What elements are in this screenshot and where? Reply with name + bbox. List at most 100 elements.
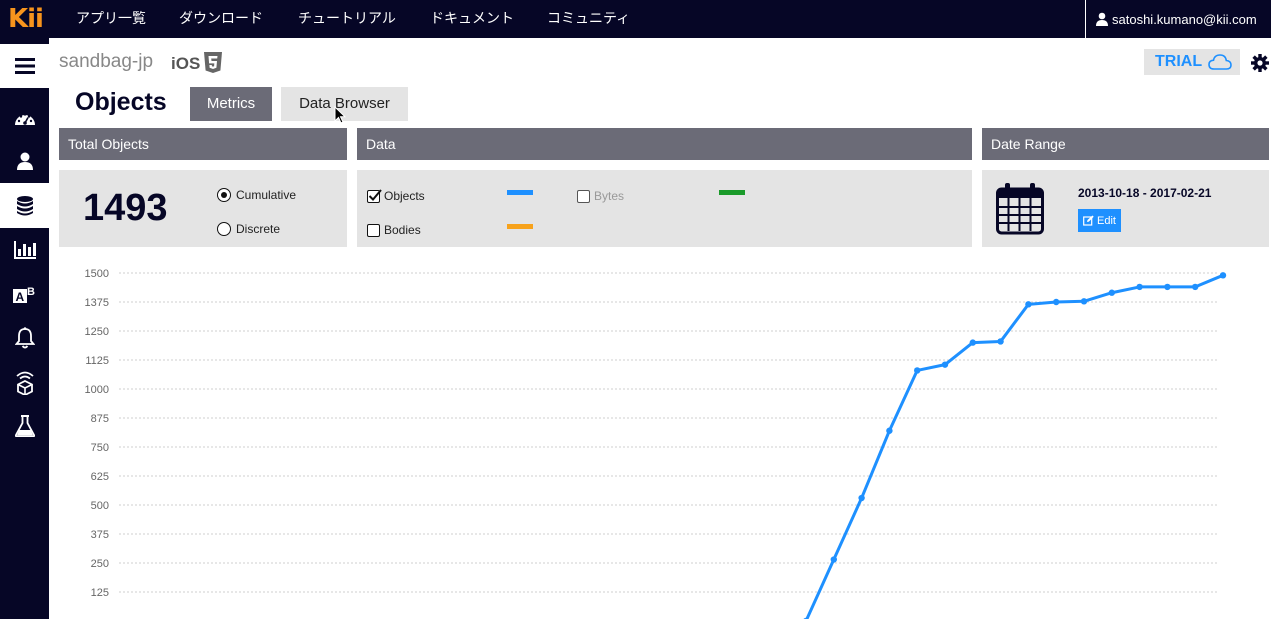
data-point[interactable] bbox=[1108, 289, 1116, 296]
bytes-color-swatch bbox=[719, 190, 745, 195]
dashboard-icon bbox=[14, 113, 35, 125]
ab-test-icon: A B bbox=[12, 286, 35, 303]
objects-line-chart: 125 250 375 500 625 750 875 1000 1125 1250 1375 150… bbox=[85, 268, 1227, 619]
y-tick-label: 1250 bbox=[85, 326, 109, 338]
date-range-value: 2013-10-18 - 2017-02-21 bbox=[1078, 186, 1212, 200]
checkbox[interactable] bbox=[577, 189, 590, 203]
checkbox-label: Bodies bbox=[384, 223, 421, 237]
checkbox[interactable] bbox=[367, 223, 380, 237]
checkbox-bodies[interactable]: Bodies bbox=[367, 223, 421, 237]
data-point[interactable] bbox=[858, 494, 865, 502]
radio-cumulative[interactable]: Cumulative bbox=[217, 188, 296, 202]
menu-icon bbox=[14, 58, 35, 74]
edit-date-range-button[interactable]: Edit bbox=[1078, 209, 1121, 232]
bell-icon bbox=[14, 327, 35, 349]
plan-badge[interactable]: TRIAL bbox=[1144, 49, 1240, 75]
data-point[interactable] bbox=[969, 339, 976, 346]
nav-link-download[interactable]: ダウンロード bbox=[179, 0, 263, 38]
sidebar: A B bbox=[0, 38, 49, 619]
date-range-header: Date Range bbox=[982, 128, 1269, 160]
checkbox-label: Bytes bbox=[594, 189, 625, 203]
y-tick-label: 875 bbox=[91, 413, 109, 425]
calendar-icon bbox=[996, 183, 1044, 235]
total-objects-value: 1493 bbox=[83, 187, 168, 229]
radio-button[interactable] bbox=[217, 188, 231, 202]
radio-button[interactable] bbox=[217, 222, 231, 236]
data-point[interactable] bbox=[941, 361, 949, 368]
data-point[interactable] bbox=[1219, 272, 1227, 279]
data-point[interactable] bbox=[1164, 283, 1171, 291]
sidebar-item-dashboard[interactable] bbox=[0, 96, 49, 140]
radio-discrete[interactable]: Discrete bbox=[217, 222, 280, 236]
user-menu[interactable]: satoshi.kumano@kii.com bbox=[1085, 0, 1271, 38]
user-icon bbox=[1096, 12, 1108, 26]
checkmark-icon bbox=[368, 188, 382, 201]
edit-label: Edit bbox=[1097, 214, 1116, 227]
objects-color-swatch bbox=[507, 190, 533, 195]
radio-label: Discrete bbox=[236, 222, 281, 236]
user-email: satoshi.kumano@kii.com bbox=[1112, 11, 1257, 27]
analytics-icon bbox=[13, 241, 36, 259]
y-tick-label: 375 bbox=[91, 529, 109, 541]
bodies-color-swatch bbox=[507, 224, 533, 229]
mouse-cursor-icon bbox=[334, 106, 346, 124]
total-objects-header: Total Objects bbox=[59, 128, 347, 160]
user-icon bbox=[16, 152, 33, 170]
nav-link-documents[interactable]: ドキュメント bbox=[430, 0, 514, 38]
top-nav: Kii アプリ一覧 ダウンロード チュートリアル ドキュメント コミュニティ s… bbox=[0, 0, 1271, 38]
flask-icon bbox=[14, 415, 35, 437]
data-header: Data bbox=[357, 128, 972, 160]
gear-icon[interactable] bbox=[1251, 54, 1269, 72]
total-objects-panel: 1493 Cumulative Discrete bbox=[59, 170, 347, 247]
y-tick-label: 250 bbox=[91, 558, 109, 570]
svg-text:A: A bbox=[15, 290, 24, 303]
iot-cube-icon bbox=[15, 371, 34, 395]
html5-icon bbox=[204, 52, 222, 73]
data-point[interactable] bbox=[1080, 298, 1088, 305]
nav-link-community[interactable]: コミュニティ bbox=[547, 0, 630, 38]
checkbox-label: Objects bbox=[384, 189, 425, 203]
sidebar-item-lab[interactable] bbox=[0, 404, 49, 448]
checkbox-objects[interactable]: Objects bbox=[367, 188, 425, 203]
y-tick-label: 1000 bbox=[85, 384, 109, 396]
cloud-icon bbox=[1208, 54, 1232, 70]
data-point[interactable] bbox=[914, 367, 921, 374]
kii-logo[interactable]: Kii bbox=[8, 4, 44, 34]
data-point[interactable] bbox=[997, 338, 1004, 345]
radio-label: Cumulative bbox=[236, 188, 297, 202]
data-panel: Objects Bodies Bytes bbox=[357, 170, 972, 247]
data-point[interactable] bbox=[886, 427, 893, 434]
data-point[interactable] bbox=[830, 556, 837, 563]
checkbox-bytes[interactable]: Bytes bbox=[577, 189, 624, 203]
y-tick-label: 750 bbox=[91, 442, 109, 454]
sidebar-item-iot[interactable] bbox=[0, 360, 49, 404]
y-tick-label: 125 bbox=[91, 587, 109, 599]
date-range-panel: 2013-10-18 - 2017-02-21 Edit bbox=[982, 170, 1269, 247]
y-tick-label: 625 bbox=[91, 471, 109, 483]
y-tick-label: 1500 bbox=[85, 268, 109, 280]
y-tick-label: 1125 bbox=[85, 355, 109, 367]
sidebar-item-ab-testing[interactable]: A B bbox=[0, 272, 49, 316]
plan-label: TRIAL bbox=[1155, 53, 1203, 70]
sidebar-item-notifications[interactable] bbox=[0, 316, 49, 360]
data-point[interactable] bbox=[1136, 283, 1143, 291]
tab-metrics[interactable]: Metrics bbox=[190, 87, 272, 121]
edit-icon bbox=[1083, 215, 1094, 226]
checkbox[interactable] bbox=[367, 188, 382, 203]
database-icon bbox=[16, 196, 33, 216]
data-point[interactable] bbox=[1192, 283, 1199, 291]
y-tick-label: 500 bbox=[91, 500, 109, 512]
y-tick-label: 1375 bbox=[85, 297, 109, 309]
app-name: sandbag-jp bbox=[59, 51, 154, 72]
data-point[interactable] bbox=[1025, 301, 1032, 308]
sidebar-item-users[interactable] bbox=[0, 139, 49, 183]
data-point[interactable] bbox=[1053, 298, 1060, 306]
sidebar-menu-toggle[interactable] bbox=[0, 44, 49, 88]
svg-text:B: B bbox=[27, 286, 35, 298]
nav-link-tutorial[interactable]: チュートリアル bbox=[298, 0, 396, 38]
platform-label: iOS bbox=[171, 54, 201, 73]
sidebar-item-data[interactable] bbox=[0, 184, 49, 228]
nav-link-app-list[interactable]: アプリ一覧 bbox=[76, 0, 146, 38]
sidebar-item-analytics[interactable] bbox=[0, 228, 49, 272]
page-title: Objects bbox=[75, 88, 167, 116]
